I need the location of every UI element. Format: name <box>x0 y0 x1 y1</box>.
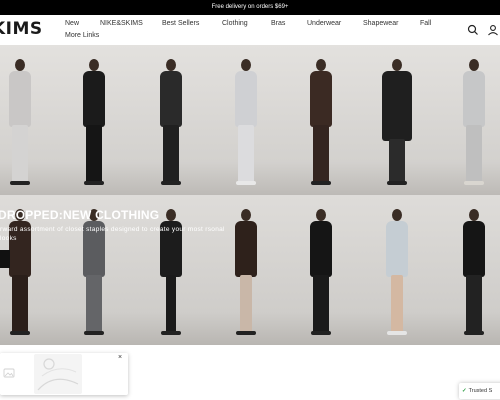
model-photo <box>143 45 201 195</box>
model-photo <box>66 45 124 195</box>
nav-item-nike-skims[interactable]: NIKE&SKIMS <box>100 20 143 27</box>
hero-title: DROPPED:NEW CLOTHING <box>0 208 160 222</box>
trusted-badge-label: Trusted S <box>468 388 493 394</box>
model-photo <box>293 45 351 195</box>
model-photo <box>446 45 500 195</box>
nav-item-fall[interactable]: Fall <box>420 20 431 27</box>
nav-item-more-links[interactable]: More Links <box>65 32 99 39</box>
model-photo <box>369 45 427 195</box>
model-photo <box>446 195 500 345</box>
model-photo <box>218 195 276 345</box>
gift-icon <box>37 358 79 391</box>
main-nav: New NIKE&SKIMS Best Sellers Clothing Bra… <box>65 15 470 45</box>
account-icon[interactable] <box>487 24 499 36</box>
nav-item-bras[interactable]: Bras <box>271 20 285 27</box>
check-icon: ✓ <box>462 388 467 394</box>
model-photo <box>293 195 351 345</box>
site-header: KIMS New NIKE&SKIMS Best Sellers Clothin… <box>0 15 500 46</box>
nav-item-underwear[interactable]: Underwear <box>307 20 341 27</box>
hero-shop-button[interactable] <box>0 250 10 268</box>
model-photo <box>218 45 276 195</box>
hero-photo-row-top <box>0 45 500 195</box>
image-icon <box>3 368 15 378</box>
model-photo <box>369 195 427 345</box>
promo-text: Free delivery on orders $69+ <box>211 4 289 10</box>
hero-banner[interactable]: DROPPED:NEW CLOTHING rward assortment of… <box>0 45 500 345</box>
brand-logo[interactable]: KIMS <box>0 19 43 39</box>
nav-item-shapewear[interactable]: Shapewear <box>363 20 398 27</box>
close-icon[interactable]: × <box>118 354 122 361</box>
nav-item-new[interactable]: New <box>65 20 79 27</box>
popup-image <box>34 354 82 394</box>
nav-item-best-sellers[interactable]: Best Sellers <box>162 20 199 27</box>
hero-subtitle: rward assortment of closet staples desig… <box>0 226 225 242</box>
trusted-store-badge[interactable]: ✓ Trusted S <box>459 383 500 399</box>
promo-bar: Free delivery on orders $69+ <box>0 0 500 15</box>
search-icon[interactable] <box>467 24 479 36</box>
promo-popup[interactable]: × <box>0 353 128 395</box>
model-photo <box>0 45 50 195</box>
nav-item-clothing[interactable]: Clothing <box>222 20 248 27</box>
